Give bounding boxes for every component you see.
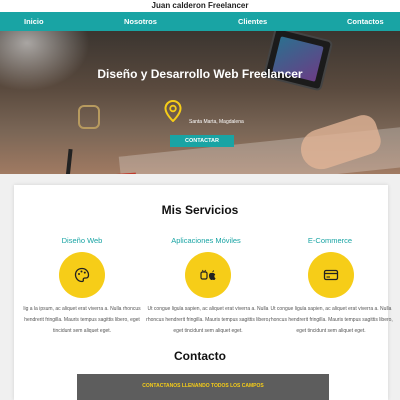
contact-banner-text: CONTACTANOS LLENANDO TODOS LOS CAMPOS xyxy=(142,383,264,389)
nav-item-inicio[interactable]: Inicio xyxy=(24,12,44,31)
main-nav: Inicio Nosotros Clientes Contactos xyxy=(0,12,400,31)
service-description-ecommerce: Ut congue ligula sapien, ac aliquet erat… xyxy=(269,306,393,334)
contact-banner: CONTACTANOS LLENANDO TODOS LOS CAMPOS xyxy=(77,374,329,400)
services-title: Mis Servicios xyxy=(161,203,239,217)
service-icon-circle xyxy=(308,252,354,298)
android-apple-icon xyxy=(200,269,216,280)
service-name-diseno-web: Diseño Web xyxy=(61,236,103,245)
site-title: Juan calderon Freelancer xyxy=(0,0,400,12)
palette-icon xyxy=(74,267,90,283)
service-name-aplicaciones: Aplicaciones Móviles xyxy=(171,236,241,245)
hero-location: Santa Marta, Magdalena xyxy=(189,119,244,125)
hero-background-light xyxy=(0,31,90,91)
hero-clip-image xyxy=(78,105,100,129)
map-pin-icon xyxy=(164,100,182,122)
nav-item-contactos[interactable]: Contactos xyxy=(347,12,384,31)
service-description-diseno-web: lig a la ipsum, ac aliquet erat viverra … xyxy=(23,306,141,334)
hero-title: Diseño y Desarrollo Web Freelancer xyxy=(97,67,303,81)
service-name-ecommerce: E-Commerce xyxy=(307,236,353,245)
nav-item-nosotros[interactable]: Nosotros xyxy=(124,12,157,31)
credit-card-icon xyxy=(323,269,339,281)
hero-pen-image xyxy=(63,148,73,174)
contactar-button[interactable]: CONTACTAR xyxy=(170,135,234,147)
contact-title: Contacto xyxy=(174,349,226,363)
service-description-aplicaciones: Ut congue ligula sapien, ac aliquet erat… xyxy=(146,306,270,334)
hero-section xyxy=(0,31,400,174)
hero-phone-image xyxy=(262,31,334,92)
service-icon-circle xyxy=(59,252,105,298)
nav-item-clientes[interactable]: Clientes xyxy=(238,12,267,31)
hero-brush-image xyxy=(95,172,137,174)
service-icon-circle xyxy=(185,252,231,298)
